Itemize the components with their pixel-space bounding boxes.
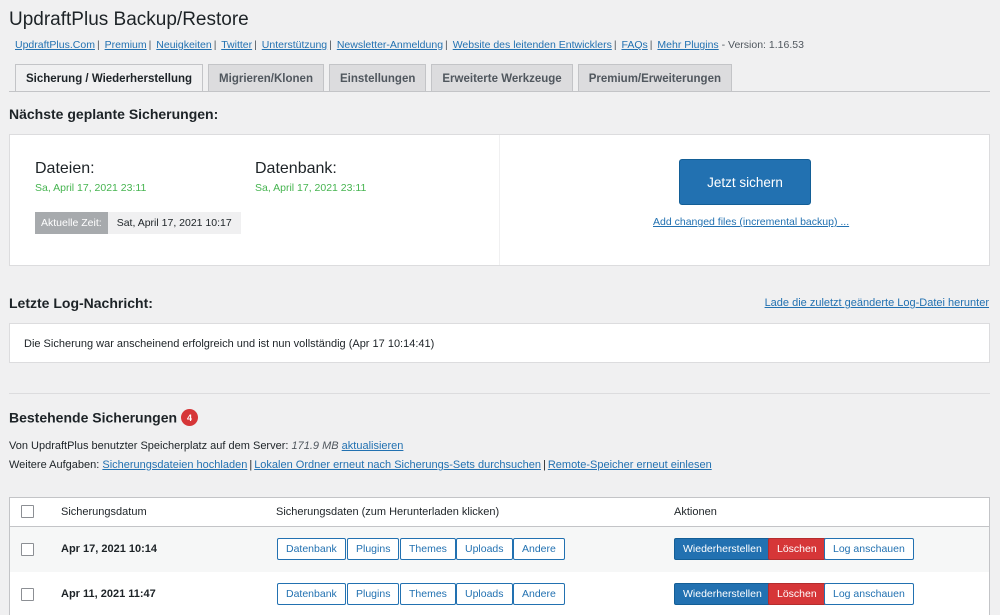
existing-backups-title: Bestehende Sicherungen (9, 409, 178, 426)
download-plugins-button[interactable]: Plugins (347, 583, 400, 605)
storage-value: 171.9 MB (291, 440, 339, 452)
download-plugins-button[interactable]: Plugins (347, 538, 400, 560)
row-date: Apr 17, 2021 10:14 (61, 543, 158, 555)
link-support[interactable]: Unterstützung (262, 39, 327, 51)
download-themes-button[interactable]: Themes (400, 583, 456, 605)
link-twitter[interactable]: Twitter (221, 39, 252, 51)
delete-button[interactable]: Löschen (768, 538, 826, 560)
files-next-date: Sa, April 17, 2021 23:11 (35, 182, 147, 194)
existing-backups-heading: Bestehende Sicherungen 4 (9, 409, 199, 426)
download-uploads-button[interactable]: Uploads (456, 583, 513, 605)
link-news[interactable]: Neuigkeiten (156, 39, 211, 51)
files-label: Dateien: (35, 160, 95, 177)
current-time-label: Aktuelle Zeit: (35, 212, 108, 234)
tasks-label: Weitere Aufgaben: (9, 459, 100, 471)
tab-settings[interactable]: Einstellungen (328, 64, 427, 92)
download-database-button[interactable]: Datenbank (277, 538, 346, 560)
storage-label: Von UpdraftPlus benutzter Speicherplatz … (9, 440, 289, 452)
table-header: Sicherungsdatum Sicherungsdaten (zum Her… (10, 498, 989, 527)
tab-backup-restore[interactable]: Sicherung / Wiederherstellung (15, 64, 204, 92)
link-faqs[interactable]: FAQs (621, 39, 647, 51)
download-themes-button[interactable]: Themes (400, 538, 456, 560)
version-text: - Version: 1.16.53 (721, 39, 804, 51)
row-checkbox[interactable] (21, 588, 34, 601)
tab-advanced-tools[interactable]: Erweiterte Werkzeuge (431, 64, 573, 92)
tab-premium-extensions[interactable]: Premium/Erweiterungen (577, 64, 732, 92)
storage-line: Von UpdraftPlus benutzter Speicherplatz … (9, 440, 403, 452)
view-log-button[interactable]: Log anschauen (824, 583, 914, 605)
download-log-link[interactable]: Lade die zuletzt geänderte Log-Datei her… (765, 297, 989, 309)
rescan-remote-link[interactable]: Remote-Speicher erneut einlesen (548, 459, 712, 471)
page-title: UpdraftPlus Backup/Restore (9, 9, 249, 30)
restore-button[interactable]: Wiederherstellen (674, 583, 771, 605)
table-row: Apr 11, 2021 11:47 Datenbank Plugins The… (10, 572, 989, 615)
row-checkbox[interactable] (21, 543, 34, 556)
current-time: Aktuelle Zeit: Sat, April 17, 2021 10:17 (35, 212, 241, 234)
link-more-plugins[interactable]: Mehr Plugins (657, 39, 718, 51)
log-message: Die Sicherung war anscheinend erfolgreic… (24, 338, 435, 350)
current-time-value: Sat, April 17, 2021 10:17 (107, 212, 241, 234)
database-next-date: Sa, April 17, 2021 23:11 (255, 182, 367, 194)
nav-tabs: Sicherung / Wiederherstellung Migrieren/… (15, 64, 732, 92)
column-header-date: Sicherungsdatum (61, 506, 147, 518)
column-header-data: Sicherungsdaten (zum Herunterladen klick… (276, 506, 500, 518)
rescan-local-link[interactable]: Lokalen Ordner erneut nach Sicherungs-Se… (254, 459, 541, 471)
top-links: UpdraftPlus.Com | Premium | Neuigkeiten | T… (15, 39, 804, 51)
delete-button[interactable]: Löschen (768, 583, 826, 605)
section-divider (9, 393, 990, 394)
download-database-button[interactable]: Datenbank (277, 583, 346, 605)
scheduled-heading: Nächste geplante Sicherungen: (9, 106, 219, 122)
column-header-actions: Aktionen (674, 506, 717, 518)
link-updraftplus-com[interactable]: UpdraftPlus.Com (15, 39, 95, 51)
upload-backup-files-link[interactable]: Sicherungsdateien hochladen (102, 459, 247, 471)
row-date: Apr 11, 2021 11:47 (61, 588, 156, 600)
download-others-button[interactable]: Andere (513, 538, 565, 560)
incremental-backup-link[interactable]: Add changed files (incremental backup) .… (653, 216, 849, 228)
link-newsletter[interactable]: Newsletter-Anmeldung (337, 39, 443, 51)
log-heading: Letzte Log-Nachricht: (9, 295, 153, 311)
backup-now-button[interactable]: Jetzt sichern (679, 159, 811, 205)
scheduled-divider (499, 135, 500, 265)
select-all-checkbox[interactable] (21, 505, 34, 518)
backup-count-badge: 4 (181, 409, 199, 426)
tabs-divider (9, 91, 990, 92)
database-label: Datenbank: (255, 160, 337, 177)
refresh-link[interactable]: aktualisieren (342, 440, 404, 452)
link-premium[interactable]: Premium (105, 39, 147, 51)
download-others-button[interactable]: Andere (513, 583, 565, 605)
link-lead-developer[interactable]: Website des leitenden Entwicklers (453, 39, 612, 51)
tab-migrate-clone[interactable]: Migrieren/Klonen (208, 64, 324, 92)
view-log-button[interactable]: Log anschauen (824, 538, 914, 560)
tasks-line: Weitere Aufgaben: Sicherungsdateien hoch… (9, 459, 712, 471)
table-row: Apr 17, 2021 10:14 Datenbank Plugins The… (10, 527, 989, 572)
download-uploads-button[interactable]: Uploads (456, 538, 513, 560)
backups-table: Sicherungsdatum Sicherungsdaten (zum Her… (9, 497, 990, 615)
restore-button[interactable]: Wiederherstellen (674, 538, 771, 560)
